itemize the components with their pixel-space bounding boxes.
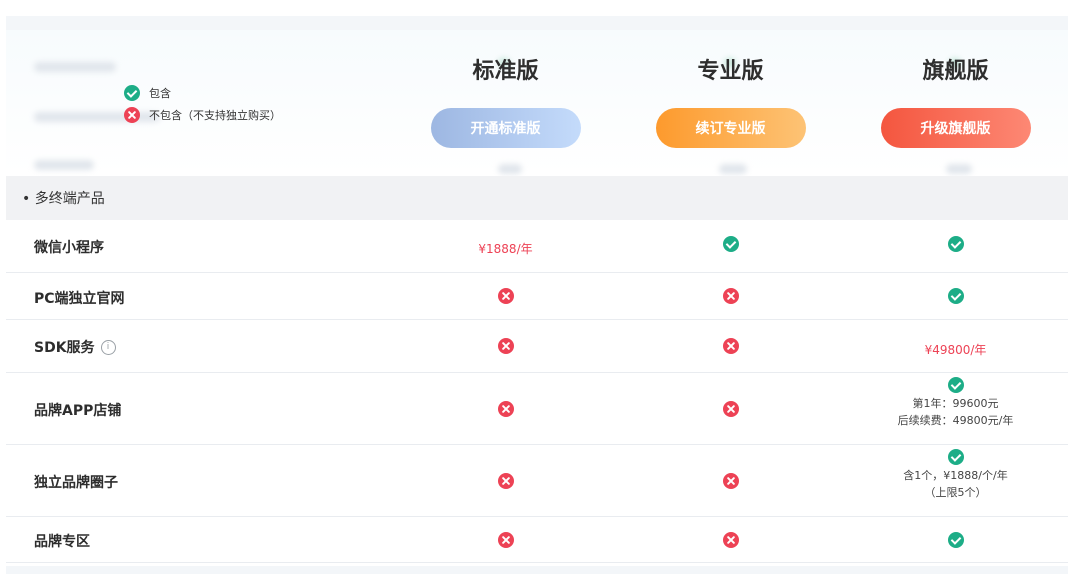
plan-cell [618, 338, 843, 354]
plan-cell [618, 236, 843, 252]
plan-flagship: 旗舰版 升级旗舰版 [843, 56, 1068, 148]
price-text: ¥49800/年 [924, 343, 987, 357]
cross-circle-icon [722, 473, 739, 489]
cross-circle-icon [497, 288, 514, 304]
plan-header: 包含 不包含（不支持独立购买） 标准版 开通标准版 专业版 续订专业版 旗舰版 … [6, 30, 1068, 174]
plan-cell [393, 338, 618, 354]
table-row: SDK服务 i ¥49800/年 [6, 320, 1068, 373]
table-row: 微信小程序 ¥1888/年 [6, 220, 1068, 273]
legend-included-label: 包含 [149, 87, 171, 100]
plan-cell [618, 401, 843, 417]
feature-label-text: 品牌专区 [34, 534, 90, 550]
legend-not-included-label: 不包含（不支持独立购买） [149, 109, 281, 122]
feature-label: 品牌专区 [34, 531, 90, 551]
feature-label-text: SDK服务 [34, 340, 95, 356]
feature-label-text: 微信小程序 [34, 240, 104, 256]
plan-standard-name: 标准版 [472, 59, 539, 84]
plan-cell [393, 288, 618, 304]
plan-cell [393, 532, 618, 548]
feature-label: 微信小程序 [34, 237, 104, 257]
check-circle-icon [947, 288, 964, 304]
price-note-line: 含1个，¥1888/个/年 [903, 469, 1008, 482]
check-circle-icon [947, 532, 964, 548]
legend-included: 包含 [124, 82, 281, 104]
feature-label-text: 品牌APP店铺 [34, 403, 122, 419]
info-icon[interactable]: i [100, 339, 116, 355]
feature-label: 独立品牌圈子 [34, 472, 118, 492]
blurred-text [719, 164, 747, 174]
price-text: ¥1888/年 [478, 242, 533, 256]
feature-table: 微信小程序 ¥1888/年 PC端独立官网 SDK服务 i ¥49800/年品牌APP店铺… [6, 220, 1068, 563]
blurred-text [34, 62, 116, 72]
price-note: 第1年：99600元后续续费：49800元/年 [898, 395, 1014, 429]
blurred-text [34, 160, 94, 170]
feature-label-text: PC端独立官网 [34, 291, 125, 307]
blurred-text [946, 164, 972, 174]
plan-cell: ¥49800/年 [843, 341, 1068, 358]
legend: 包含 不包含（不支持独立购买） [124, 82, 281, 126]
cross-circle-icon [497, 532, 514, 548]
check-circle-icon [947, 236, 964, 252]
section-multi-terminal: • 多终端产品 [6, 176, 1068, 220]
check-circle-icon [124, 85, 140, 101]
plan-cell: 第1年：99600元后续续费：49800元/年 [843, 377, 1068, 429]
renew-pro-button[interactable]: 续订专业版 [655, 108, 806, 148]
plan-pro: 专业版 续订专业版 [618, 56, 843, 148]
check-circle-icon [947, 449, 964, 465]
price-note-line: 第1年：99600元 [912, 397, 999, 410]
plan-cell [618, 288, 843, 304]
plan-cell [393, 401, 618, 417]
pricing-comparison: 包含 不包含（不支持独立购买） 标准版 开通标准版 专业版 续订专业版 旗舰版 … [6, 16, 1068, 574]
table-row: 品牌专区 [6, 517, 1068, 563]
section-title: • 多终端产品 [22, 191, 105, 207]
blurred-text [498, 164, 522, 174]
cross-circle-icon [497, 401, 514, 417]
cross-circle-icon [124, 107, 140, 123]
plan-cell [393, 473, 618, 489]
table-row: 品牌APP店铺 第1年：99600元后续续费：49800元/年 [6, 373, 1068, 445]
bottom-strip [6, 566, 1068, 574]
cross-circle-icon [722, 401, 739, 417]
price-note-line: 后续续费：49800元/年 [897, 414, 1014, 427]
legend-not-included: 不包含（不支持独立购买） [124, 104, 281, 126]
table-row: 独立品牌圈子 含1个，¥1888/个/年 （上限5个） [6, 445, 1068, 517]
plan-cell [843, 236, 1068, 252]
plan-flagship-name: 旗舰版 [922, 59, 989, 84]
plan-standard: 标准版 开通标准版 [393, 56, 618, 148]
top-strip [6, 16, 1068, 30]
check-circle-icon [947, 377, 964, 393]
open-standard-button[interactable]: 开通标准版 [430, 108, 581, 148]
price-note: 含1个，¥1888/个/年 （上限5个） [903, 467, 1007, 501]
feature-label: 品牌APP店铺 [34, 400, 121, 420]
feature-label: SDK服务 i [34, 337, 116, 357]
plan-pro-name: 专业版 [697, 59, 764, 84]
plan-cell [618, 532, 843, 548]
plan-cell: 含1个，¥1888/个/年 （上限5个） [843, 449, 1068, 501]
cross-circle-icon [722, 532, 739, 548]
upgrade-flagship-button[interactable]: 升级旗舰版 [880, 108, 1031, 148]
cross-circle-icon [722, 338, 739, 354]
plan-cell [843, 532, 1068, 548]
cross-circle-icon [722, 288, 739, 304]
feature-label-text: 独立品牌圈子 [34, 475, 118, 491]
table-row: PC端独立官网 [6, 273, 1068, 320]
cross-circle-icon [497, 338, 514, 354]
plan-cell [843, 288, 1068, 304]
feature-label: PC端独立官网 [34, 288, 125, 308]
price-note-line: （上限5个） [924, 486, 987, 499]
plan-cell [618, 473, 843, 489]
cross-circle-icon [497, 473, 514, 489]
check-circle-icon [722, 236, 739, 252]
plan-cell: ¥1888/年 [393, 240, 618, 257]
